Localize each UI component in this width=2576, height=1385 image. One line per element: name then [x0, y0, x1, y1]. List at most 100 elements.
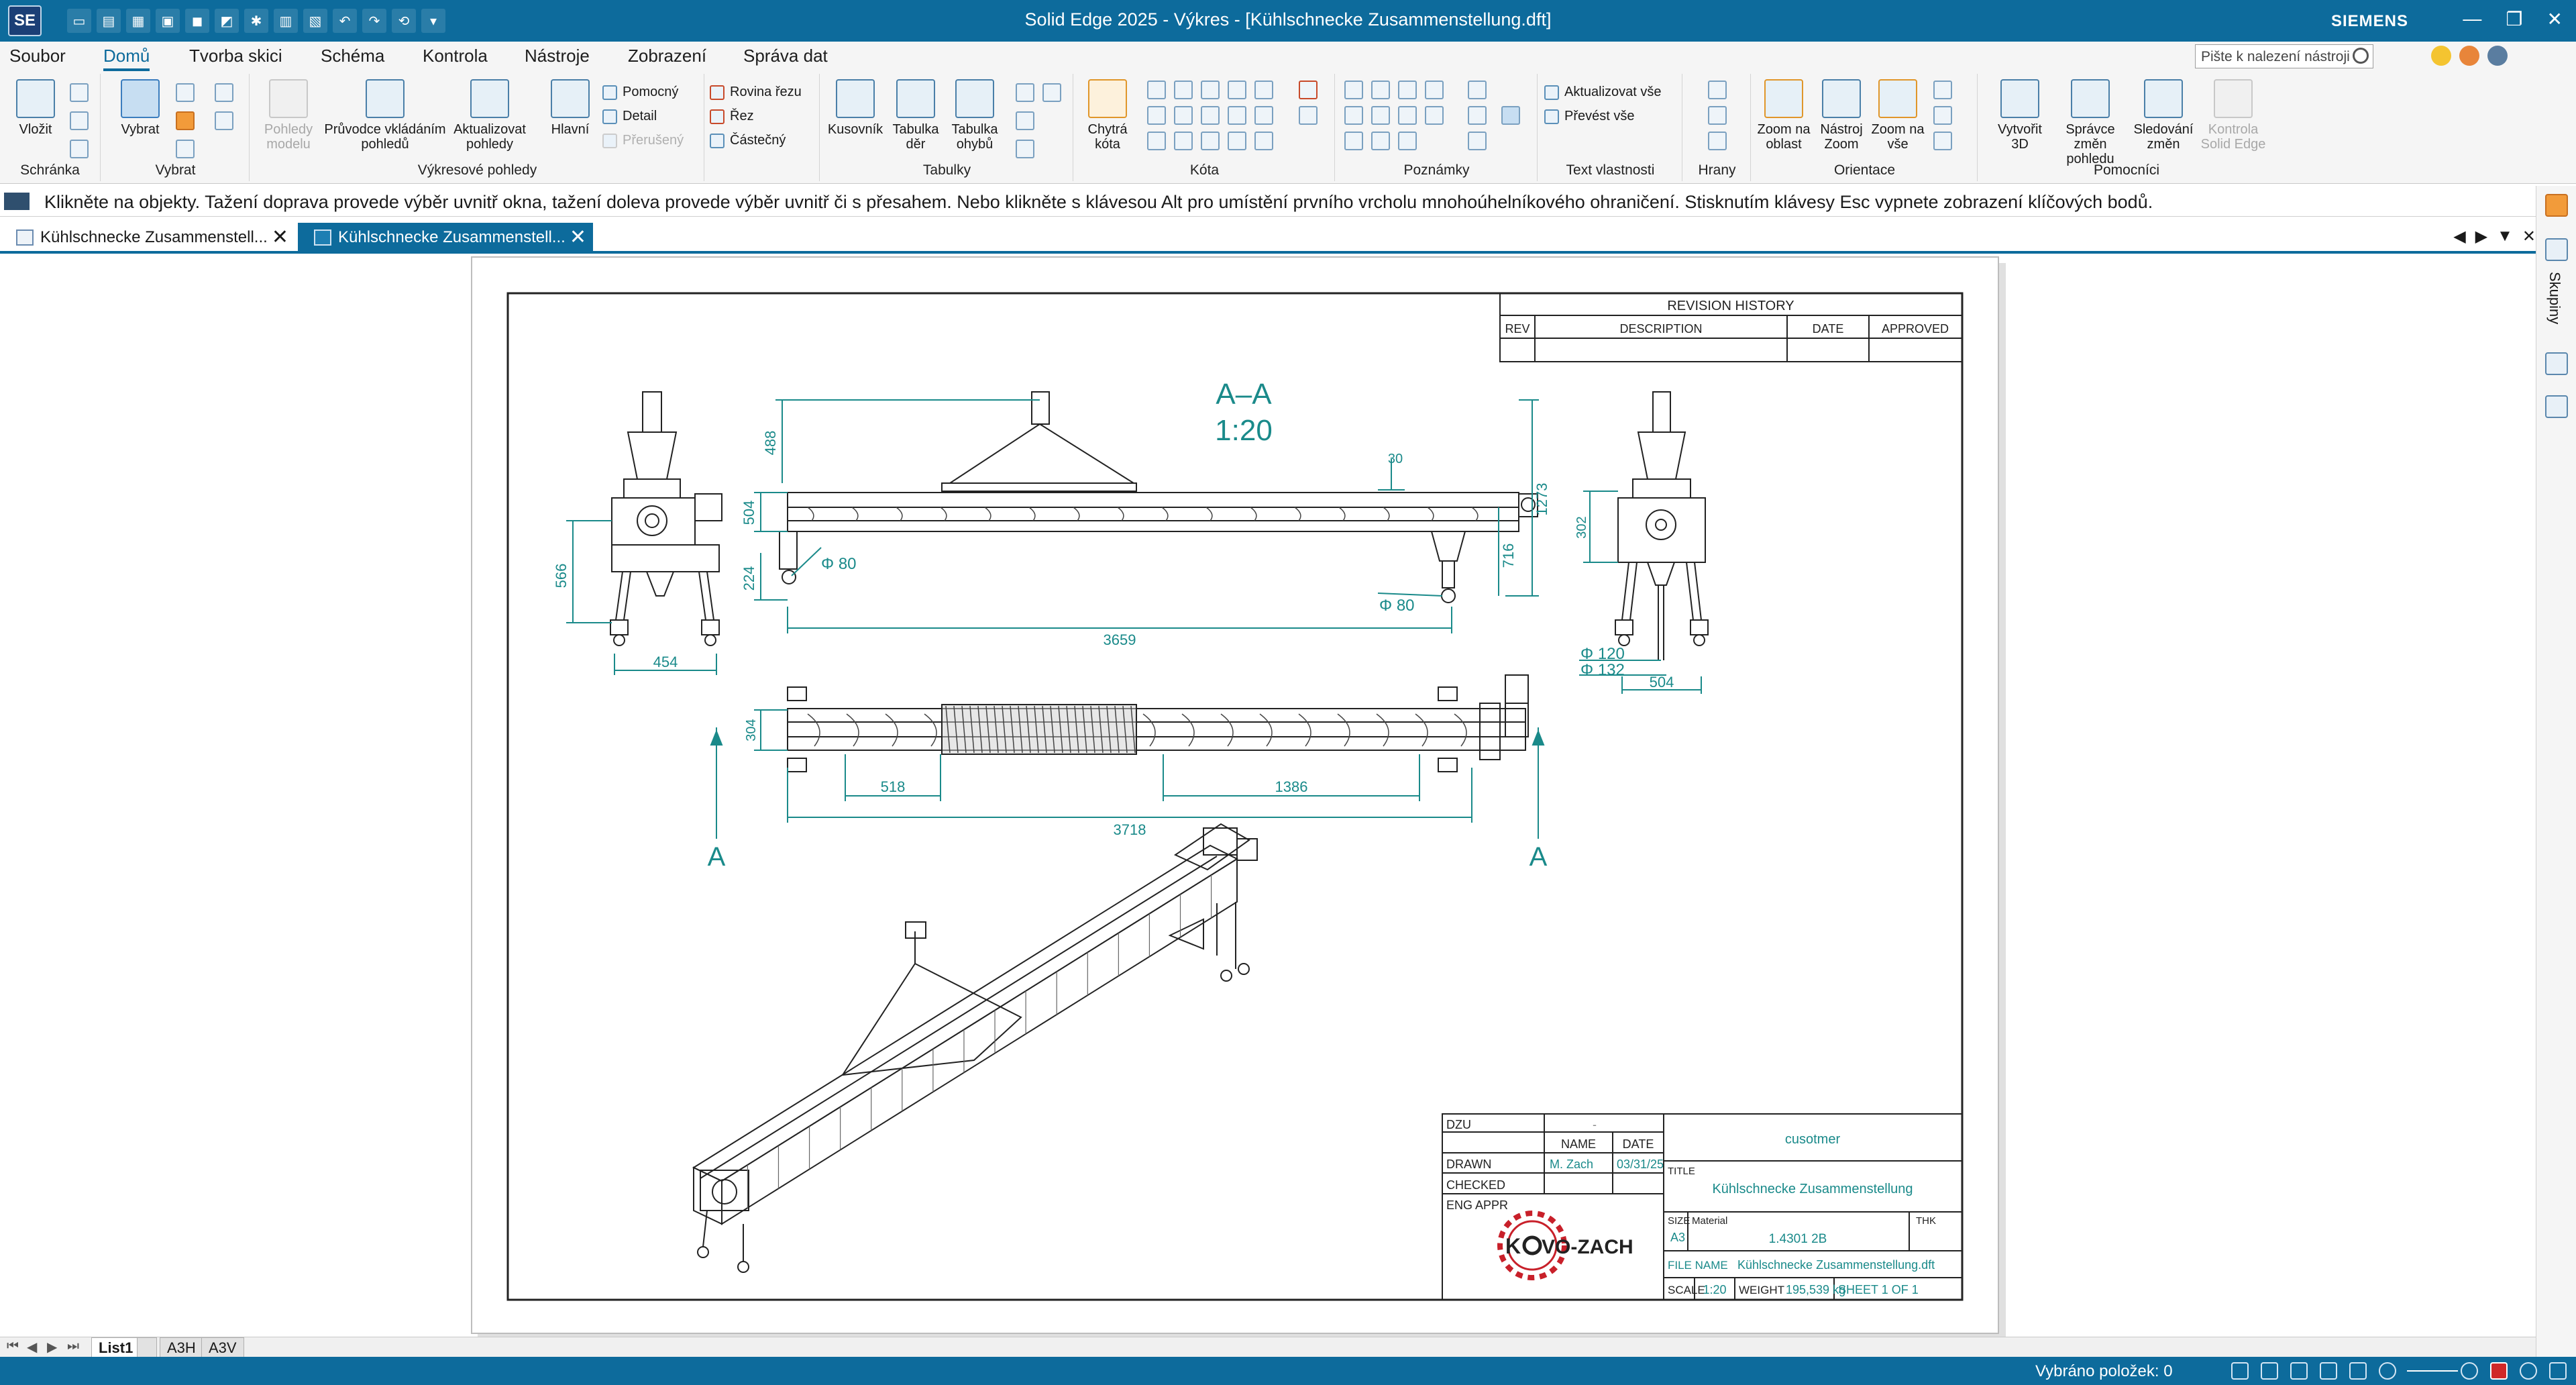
sheet-tab-a3v[interactable]: A3V	[201, 1337, 244, 1357]
note-icon-6[interactable]	[1344, 106, 1363, 125]
note-icon-14[interactable]	[1468, 132, 1487, 150]
dim-icon-12[interactable]	[1174, 132, 1193, 150]
tab-domu[interactable]: Domů	[103, 46, 150, 71]
groups-panel-label[interactable]: Skupiny	[2546, 272, 2563, 324]
close-all-icon[interactable]: ✕	[2522, 227, 2536, 246]
copy-icon[interactable]	[70, 111, 89, 130]
cut-icon[interactable]	[70, 83, 89, 102]
edge-icon-3[interactable]	[1708, 132, 1727, 150]
create-3d-button[interactable]: Vytvořit 3D	[1990, 79, 2050, 152]
bend-table-button[interactable]: Tabulka ohybů	[945, 79, 1005, 152]
dim-icon-4[interactable]	[1228, 81, 1246, 99]
tab-tvorba-skici[interactable]: Tvorba skici	[189, 46, 282, 66]
select-button[interactable]: Vybrat	[110, 79, 170, 137]
dim-icon-2[interactable]	[1174, 81, 1193, 99]
dim-icon-8[interactable]	[1201, 106, 1220, 125]
tab-soubor[interactable]: Soubor	[9, 46, 66, 66]
solid-edge-check-button[interactable]: Kontrola Solid Edge	[2196, 79, 2270, 152]
dim-icon-1[interactable]	[1147, 81, 1166, 99]
edge-icon-2[interactable]	[1708, 106, 1727, 125]
parts-list-button[interactable]: Kusovník	[825, 79, 885, 137]
dim-icon-13[interactable]	[1201, 132, 1220, 150]
select-mode-icon[interactable]	[176, 111, 195, 130]
last-sheet-icon[interactable]: ⏭	[67, 1339, 79, 1354]
edge-icon-1[interactable]	[1708, 81, 1727, 99]
drawing-sheet[interactable]: REVISION HISTORY REV DESCRIPTION DATE AP…	[471, 256, 1999, 1334]
drawing-canvas[interactable]: REVISION HISTORY REV DESCRIPTION DATE AP…	[0, 256, 2536, 1337]
table-icon-3[interactable]	[1016, 111, 1034, 130]
note-icon-7[interactable]	[1371, 106, 1390, 125]
zoom-in-icon[interactable]	[2461, 1362, 2478, 1380]
background-sheet-icon[interactable]	[137, 1337, 157, 1357]
video-icon[interactable]	[2490, 1362, 2508, 1380]
groups-icon[interactable]	[2545, 238, 2568, 261]
fit-button[interactable]: Zoom na vše	[1868, 79, 1928, 152]
previous-view-icon[interactable]	[1933, 106, 1952, 125]
auxiliary-view-button[interactable]: Pomocný	[602, 82, 678, 102]
maximize-canvas-icon[interactable]	[2549, 1362, 2567, 1380]
sheet-tab-list1[interactable]: List1	[91, 1337, 141, 1357]
note-icon-5[interactable]	[1468, 81, 1487, 99]
close-button[interactable]: ✕	[2547, 8, 2563, 30]
zoom-out-icon[interactable]	[2379, 1362, 2396, 1380]
dim-icon-10[interactable]	[1254, 106, 1273, 125]
minimize-button[interactable]: —	[2463, 8, 2481, 30]
help-icon[interactable]	[2487, 46, 2508, 66]
select-color-icon[interactable]	[215, 111, 233, 130]
convert-all-button[interactable]: Převést vše	[1544, 106, 1634, 126]
prev-sheet-icon[interactable]: ◀	[27, 1339, 37, 1355]
layers-icon[interactable]	[2545, 352, 2568, 375]
zoom-status-icon[interactable]	[2261, 1362, 2278, 1380]
tab-list-icon[interactable]: ▼	[2497, 227, 2513, 246]
view-status-icon[interactable]	[2349, 1362, 2367, 1380]
restore-button[interactable]: ❐	[2506, 8, 2522, 30]
filter-icon[interactable]	[176, 83, 195, 102]
section-button[interactable]: Řez	[710, 106, 754, 126]
next-sheet-icon[interactable]: ▶	[47, 1339, 57, 1355]
note-icon-8[interactable]	[1398, 106, 1417, 125]
cutting-plane-button[interactable]: Rovina řezu	[710, 82, 802, 102]
record-icon[interactable]	[2520, 1362, 2537, 1380]
dim-icon-7[interactable]	[1174, 106, 1193, 125]
tab-zobrazeni[interactable]: Zobrazení	[628, 46, 706, 66]
view-change-manager-button[interactable]: Správce změn pohledu	[2050, 79, 2131, 166]
prompt-bar-icon[interactable]	[4, 193, 30, 210]
zoom-area-status-icon[interactable]	[2290, 1362, 2308, 1380]
hole-table-button[interactable]: Tabulka děr	[885, 79, 946, 152]
note-icon-9[interactable]	[1425, 106, 1444, 125]
dim-icon-3[interactable]	[1201, 81, 1220, 99]
tab-right-icon[interactable]: ▶	[2475, 227, 2487, 246]
close-tab-icon[interactable]: ✕	[272, 225, 288, 249]
pan-status-icon[interactable]	[2320, 1362, 2337, 1380]
table-icon-2[interactable]	[1042, 83, 1061, 102]
partial-section-button[interactable]: Částečný	[710, 130, 786, 150]
note-icon-15[interactable]	[1501, 106, 1520, 125]
select-options-icon[interactable]	[215, 83, 233, 102]
track-changes-button[interactable]: Sledování změn	[2133, 79, 2194, 152]
note-icon-11[interactable]	[1344, 132, 1363, 150]
note-icon-13[interactable]	[1398, 132, 1417, 150]
document-tab-1[interactable]: Kühlschnecke Zusammenstell... ✕	[0, 223, 295, 251]
sheet-tab-a3h[interactable]: A3H	[160, 1337, 203, 1357]
zoom-tool-button[interactable]: Nástroj Zoom	[1811, 79, 1872, 152]
broken-view-button[interactable]: Přerušený	[602, 130, 684, 150]
update-views-button[interactable]: Aktualizovat pohledy	[449, 79, 530, 152]
dim-icon-15[interactable]	[1254, 132, 1273, 150]
dim-icon-14[interactable]	[1228, 132, 1246, 150]
frown-feedback-icon[interactable]	[2459, 46, 2479, 66]
select-window-icon[interactable]	[176, 140, 195, 158]
pan-icon[interactable]	[1933, 81, 1952, 99]
refresh-view-icon[interactable]	[1933, 132, 1952, 150]
dim-icon-5[interactable]	[1254, 81, 1273, 99]
note-icon-3[interactable]	[1398, 81, 1417, 99]
note-icon-12[interactable]	[1371, 132, 1390, 150]
tab-schema[interactable]: Schéma	[321, 46, 384, 66]
smart-dimension-button[interactable]: Chytrá kóta	[1077, 79, 1138, 152]
close-tab-icon[interactable]: ✕	[570, 225, 586, 249]
zoom-slider[interactable]	[2407, 1370, 2458, 1372]
library-icon[interactable]	[2545, 194, 2568, 217]
dim-copy-icon[interactable]	[1299, 106, 1318, 125]
tab-nastroje[interactable]: Nástroje	[525, 46, 590, 66]
detail-view-button[interactable]: Detail	[602, 106, 657, 126]
document-tab-2[interactable]: Kühlschnecke Zusammenstell... ✕	[298, 223, 593, 251]
